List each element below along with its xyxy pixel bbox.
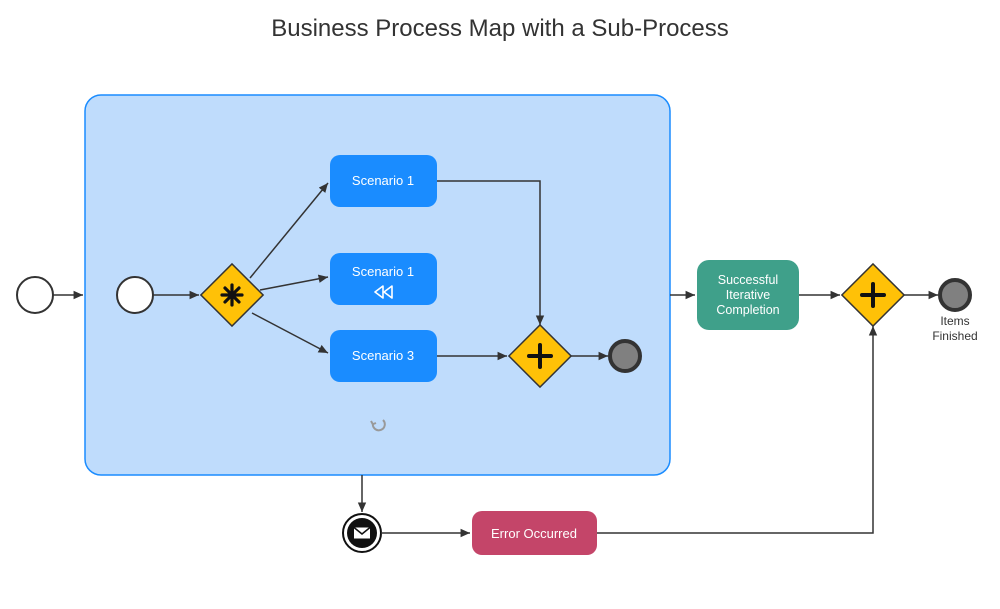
- task-scenario-3-label: Scenario 3: [352, 348, 414, 363]
- task-error-label: Error Occurred: [491, 526, 577, 541]
- end-label-line1: Items: [940, 314, 969, 328]
- start-event-outer: [17, 277, 53, 313]
- task-scenario-1-label: Scenario 1: [352, 173, 414, 188]
- end-label-line2: Finished: [932, 329, 977, 343]
- start-event-inner: [117, 277, 153, 313]
- gateway-parallel-outer: [842, 264, 904, 326]
- bpmn-diagram: Scenario 1 Scenario 1 Scenario 3 Success…: [0, 0, 1000, 609]
- task-success-line3: Completion: [716, 303, 779, 317]
- task-success-line2: Iterative: [726, 288, 771, 302]
- boundary-event-error: [343, 514, 381, 552]
- end-event-inner: [610, 341, 640, 371]
- task-success-line1: Successful: [718, 273, 778, 287]
- end-event-final: [940, 280, 970, 310]
- task-scenario-2-label: Scenario 1: [352, 264, 414, 279]
